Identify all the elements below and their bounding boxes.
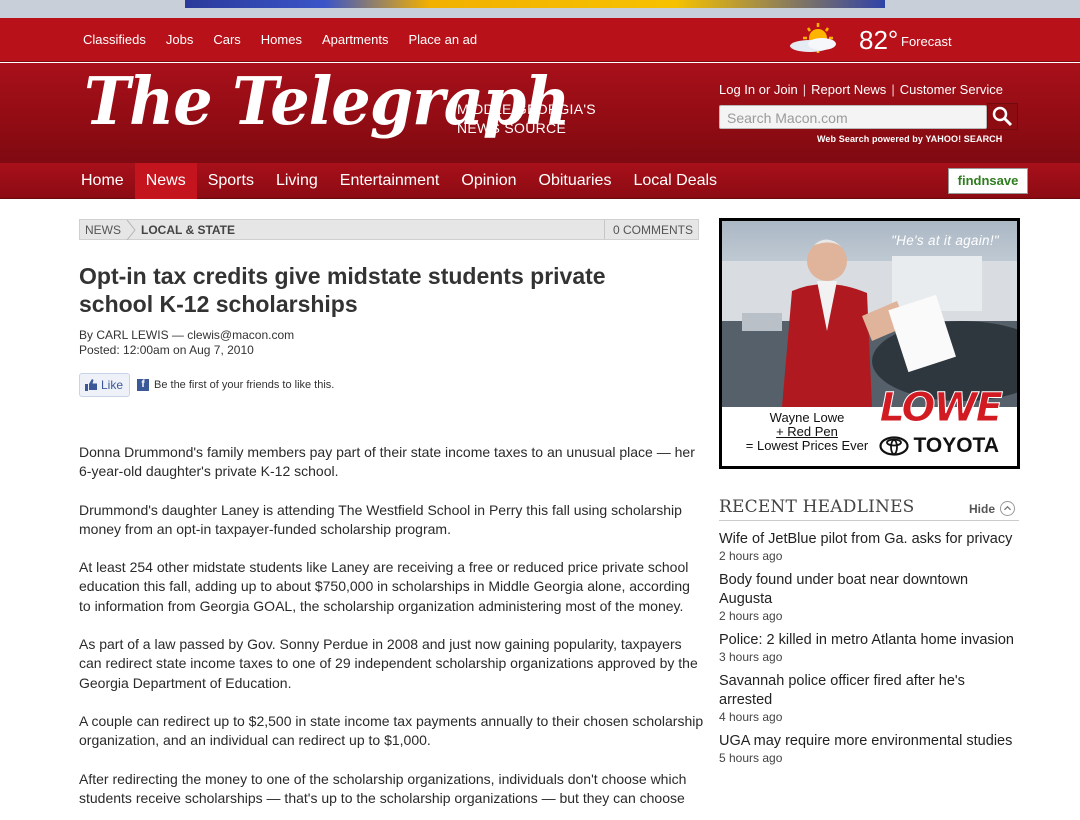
- findnsave-logo[interactable]: findnsave: [948, 168, 1028, 194]
- search-button[interactable]: [987, 103, 1018, 130]
- headline-link[interactable]: Wife of JetBlue pilot from Ga. asks for …: [719, 530, 1019, 549]
- divider: |: [802, 82, 807, 97]
- search-icon: [992, 106, 1013, 127]
- headline-link[interactable]: Body found under boat near downtown Augu…: [719, 571, 1019, 609]
- forecast-link[interactable]: Forecast: [901, 34, 952, 49]
- report-news-link[interactable]: Report News: [811, 82, 886, 97]
- facebook-like-widget: Like f Be the first of your friends to l…: [79, 373, 334, 397]
- toyota-wordmark: TOYOTA: [913, 434, 999, 457]
- util-link-apartments[interactable]: Apartments: [322, 32, 388, 47]
- nav-home[interactable]: Home: [70, 163, 135, 199]
- headline-time: 2 hours ago: [719, 609, 783, 623]
- nav-obituaries[interactable]: Obituaries: [528, 163, 623, 199]
- article-paragraph: As part of a law passed by Gov. Sonny Pe…: [79, 636, 698, 691]
- thumbs-up-icon: [85, 379, 97, 391]
- headline-link[interactable]: UGA may require more environmental studi…: [719, 732, 1019, 751]
- headline-time: 3 hours ago: [719, 650, 783, 664]
- account-links: Log In or Join | Report News | Customer …: [719, 82, 1003, 97]
- ad-eq-line-3: = Lowest Prices Ever: [745, 438, 869, 453]
- comments-count[interactable]: 0 COMMENTS: [603, 220, 698, 239]
- search-powered-by: Web Search powered by YAHOO! SEARCH: [817, 134, 1003, 144]
- ad-equation: Wayne Lowe + Red Pen = Lowest Prices Eve…: [732, 411, 882, 453]
- list-item[interactable]: UGA may require more environmental studi…: [719, 732, 1019, 765]
- customer-service-link[interactable]: Customer Service: [900, 82, 1003, 97]
- headline-link[interactable]: Savannah police officer fired after he's…: [719, 672, 1019, 710]
- util-link-jobs[interactable]: Jobs: [166, 32, 193, 47]
- main-nav: Home News Sports Living Entertainment Op…: [0, 163, 1080, 199]
- util-link-cars[interactable]: Cars: [213, 32, 240, 47]
- breadcrumb-news[interactable]: NEWS: [85, 223, 121, 237]
- recent-headlines-list: Wife of JetBlue pilot from Ga. asks for …: [719, 530, 1019, 773]
- recent-headlines-title: RECENT HEADLINES: [719, 497, 915, 517]
- masthead: The Telegraph MIDDLE GEORGIA'S NEWS SOUR…: [0, 63, 1080, 163]
- posted-date: Posted: 12:00am on Aug 7, 2010: [79, 343, 254, 357]
- article-byline: By CARL LEWIS — clewis@macon.com Posted:…: [79, 328, 294, 358]
- headline-time: 2 hours ago: [719, 549, 783, 563]
- article-body: Donna Drummond's family members pay part…: [79, 443, 704, 820]
- nav-news[interactable]: News: [134, 163, 197, 199]
- chevron-right-icon: [126, 220, 136, 240]
- lowe-toyota-ad[interactable]: "He's at it again!" Wayne Lowe + Red Pen…: [719, 218, 1020, 469]
- breadcrumb: NEWS LOCAL & STATE 0 COMMENTS: [79, 219, 699, 240]
- nav-sports[interactable]: Sports: [197, 163, 265, 199]
- ad-photo-scene: [722, 239, 1017, 407]
- hide-label: Hide: [968, 501, 995, 516]
- chevron-up-icon: [1000, 501, 1015, 516]
- temperature: 82°: [859, 25, 899, 55]
- headline-link[interactable]: Police: 2 killed in metro Atlanta home i…: [719, 631, 1019, 650]
- util-link-place-an-ad[interactable]: Place an ad: [408, 32, 477, 47]
- headline-time: 4 hours ago: [719, 710, 783, 724]
- util-link-classifieds[interactable]: Classifieds: [83, 32, 146, 47]
- list-item[interactable]: Wife of JetBlue pilot from Ga. asks for …: [719, 530, 1019, 563]
- ad-text-panel: Wayne Lowe + Red Pen = Lowest Prices Eve…: [722, 385, 1017, 466]
- ad-eq-line-2: + Red Pen: [776, 424, 838, 439]
- top-banner-ad[interactable]: [185, 0, 885, 8]
- tagline-line-1: MIDDLE GEORGIA'S: [457, 101, 596, 117]
- article-paragraph: A couple can redirect up to $2,500 in st…: [79, 712, 704, 749]
- breadcrumb-local-state[interactable]: LOCAL & STATE: [141, 223, 235, 237]
- article-paragraph: After redirecting the money to one of th…: [79, 770, 687, 806]
- toyota-logo: TOYOTA: [879, 434, 999, 458]
- weather-widget[interactable]: 82° Forecast: [788, 22, 988, 58]
- article-paragraph: At least 254 other midstate students lik…: [79, 559, 690, 614]
- util-link-homes[interactable]: Homes: [261, 32, 302, 47]
- ad-eq-line-1: Wayne Lowe: [769, 410, 845, 425]
- like-social-text: Be the first of your friends to like thi…: [154, 379, 335, 391]
- article-paragraph: Donna Drummond's family members pay part…: [79, 444, 695, 480]
- nav-local-deals[interactable]: Local Deals: [622, 163, 728, 199]
- list-item[interactable]: Body found under boat near downtown Augu…: [719, 571, 1019, 623]
- login-link[interactable]: Log In or Join: [719, 82, 798, 97]
- list-item[interactable]: Police: 2 killed in metro Atlanta home i…: [719, 631, 1019, 664]
- article-headline: Opt-in tax credits give midstate student…: [79, 263, 606, 317]
- ad-photo: "He's at it again!": [722, 221, 1017, 407]
- like-label: Like: [101, 378, 124, 392]
- nav-living[interactable]: Living: [265, 163, 329, 199]
- tagline-line-2: NEWS SOURCE: [457, 120, 567, 136]
- list-item[interactable]: Savannah police officer fired after he's…: [719, 672, 1019, 724]
- top-ad-strip: [0, 0, 1080, 18]
- utility-links: Classifieds Jobs Cars Homes Apartments P…: [83, 32, 497, 47]
- headline-time: 5 hours ago: [719, 751, 783, 765]
- recent-headlines-header: RECENT HEADLINES Hide: [719, 496, 1019, 521]
- divider: |: [891, 82, 895, 97]
- tagline: MIDDLE GEORGIA'S NEWS SOURCE: [457, 100, 596, 138]
- hide-toggle[interactable]: Hide: [969, 501, 1015, 516]
- article-paragraph: Drummond's daughter Laney is attending T…: [79, 501, 682, 537]
- sun-cloud-icon: [790, 23, 836, 53]
- utility-bar: Classifieds Jobs Cars Homes Apartments P…: [0, 18, 1080, 62]
- lowe-logo: LOWE: [879, 385, 1004, 432]
- facebook-like-button[interactable]: Like: [79, 373, 130, 397]
- nav-opinion[interactable]: Opinion: [450, 163, 527, 199]
- main-nav-items: Home News Sports Living Entertainment Op…: [70, 163, 728, 199]
- toyota-emblem-icon: [879, 436, 910, 456]
- facebook-icon: f: [137, 379, 149, 391]
- nav-entertainment[interactable]: Entertainment: [329, 163, 451, 199]
- search-input[interactable]: Search Macon.com: [719, 105, 987, 129]
- author-line: By CARL LEWIS — clewis@macon.com: [79, 328, 295, 342]
- ad-quote: "He's at it again!": [891, 233, 999, 248]
